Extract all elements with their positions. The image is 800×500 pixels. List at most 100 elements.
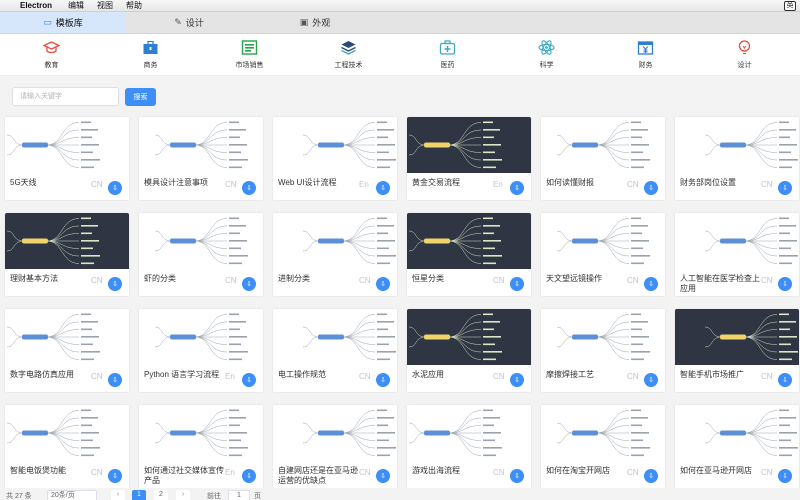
download-icon[interactable]: ⇩ — [376, 181, 390, 195]
prev-page-button[interactable]: ‹ — [111, 490, 125, 500]
download-icon[interactable]: ⇩ — [108, 277, 122, 291]
category-science[interactable]: 科学 — [497, 34, 596, 75]
page-number-2[interactable]: 2 — [154, 490, 168, 500]
template-title: 如何在亚马逊开网店 — [680, 466, 752, 475]
template-thumbnail[interactable] — [5, 117, 129, 173]
template-thumbnail[interactable] — [273, 405, 397, 461]
template-thumbnail[interactable] — [5, 213, 129, 269]
template-card[interactable]: Web UI设计流程 En ⇩ — [272, 116, 398, 201]
template-thumbnail[interactable] — [407, 117, 531, 173]
template-card[interactable]: 恒星分类 CN ⇩ — [406, 212, 532, 297]
template-thumbnail[interactable] — [541, 213, 665, 269]
category-medicine[interactable]: 医药 — [398, 34, 497, 75]
template-thumbnail[interactable] — [541, 117, 665, 173]
category-education[interactable]: 教育 — [2, 34, 101, 75]
goto-page-input[interactable]: 1 — [228, 490, 250, 500]
template-card[interactable]: 如何通过社交媒体宣传产品 En ⇩ — [138, 404, 264, 489]
template-card[interactable]: Python 语言学习流程 En ⇩ — [138, 308, 264, 393]
search-button[interactable]: 搜索 — [125, 88, 156, 106]
template-thumbnail[interactable] — [5, 405, 129, 461]
download-icon[interactable]: ⇩ — [376, 373, 390, 387]
template-card[interactable]: 黄金交易流程 En ⇩ — [406, 116, 532, 201]
download-icon[interactable]: ⇩ — [108, 469, 122, 483]
download-icon[interactable]: ⇩ — [242, 469, 256, 483]
menu-view[interactable]: 视图 — [97, 0, 113, 11]
download-icon[interactable]: ⇩ — [108, 181, 122, 195]
menu-help[interactable]: 帮助 — [126, 0, 142, 11]
template-card[interactable]: 水泥应用 CN ⇩ — [406, 308, 532, 393]
category-business[interactable]: 商务 — [101, 34, 200, 75]
template-card[interactable]: 模具设计注意事项 CN ⇩ — [138, 116, 264, 201]
template-card[interactable]: 虾的分类 CN ⇩ — [138, 212, 264, 297]
template-thumbnail[interactable] — [5, 309, 129, 365]
template-card[interactable]: 天文望远镜操作 CN ⇩ — [540, 212, 666, 297]
category-marketing[interactable]: 市场销售 — [200, 34, 299, 75]
download-icon[interactable]: ⇩ — [510, 373, 524, 387]
template-card[interactable]: 电工操作规范 CN ⇩ — [272, 308, 398, 393]
template-card[interactable]: 理财基本方法 CN ⇩ — [4, 212, 130, 297]
download-icon[interactable]: ⇩ — [644, 181, 658, 195]
search-input[interactable] — [12, 87, 119, 106]
download-icon[interactable]: ⇩ — [108, 373, 122, 387]
template-thumbnail[interactable] — [139, 309, 263, 365]
menu-edit[interactable]: 编辑 — [68, 0, 84, 11]
download-icon[interactable]: ⇩ — [510, 469, 524, 483]
template-card[interactable]: 进制分类 CN ⇩ — [272, 212, 398, 297]
template-card[interactable]: 游戏出海流程 CN ⇩ — [406, 404, 532, 489]
template-thumbnail[interactable] — [675, 117, 799, 173]
input-method-indicator[interactable]: 英 — [784, 1, 796, 11]
template-thumbnail[interactable] — [273, 117, 397, 173]
template-thumbnail[interactable] — [675, 213, 799, 269]
download-icon[interactable]: ⇩ — [242, 181, 256, 195]
next-page-button[interactable]: › — [176, 490, 190, 500]
tab-template-library[interactable]: ▭ 模板库 — [0, 12, 126, 33]
download-icon[interactable]: ⇩ — [644, 277, 658, 291]
template-thumbnail[interactable] — [139, 117, 263, 173]
template-thumbnail[interactable] — [407, 309, 531, 365]
tab-appearance[interactable]: ▣ 外观 — [252, 12, 378, 33]
tab-design[interactable]: ✎ 设计 — [126, 12, 252, 33]
template-thumbnail[interactable] — [273, 309, 397, 365]
page-size-select[interactable]: 20条/页 — [47, 490, 97, 500]
template-card[interactable]: 智能手机市场推广 CN ⇩ — [674, 308, 800, 393]
template-thumbnail[interactable] — [273, 213, 397, 269]
download-icon[interactable]: ⇩ — [242, 277, 256, 291]
template-card[interactable]: 5G天线 CN ⇩ — [4, 116, 130, 201]
page-number-1[interactable]: 1 — [132, 490, 146, 500]
template-thumbnail[interactable] — [139, 213, 263, 269]
download-icon[interactable]: ⇩ — [778, 277, 792, 291]
menu-app-name[interactable]: Electron — [20, 1, 52, 10]
template-card[interactable]: 如何在亚马逊开网店 CN ⇩ — [674, 404, 800, 489]
template-card[interactable]: 人工智能在医学检查上应用 CN ⇩ — [674, 212, 800, 297]
download-icon[interactable]: ⇩ — [644, 469, 658, 483]
template-thumbnail[interactable] — [541, 405, 665, 461]
template-card[interactable]: 自建网店还是在亚马逊运营的优缺点 CN ⇩ — [272, 404, 398, 489]
download-icon[interactable]: ⇩ — [376, 469, 390, 483]
download-icon[interactable]: ⇩ — [644, 373, 658, 387]
download-icon[interactable]: ⇩ — [778, 373, 792, 387]
download-icon[interactable]: ⇩ — [376, 277, 390, 291]
template-thumbnail[interactable] — [407, 213, 531, 269]
template-card[interactable]: 如何在淘宝开网店 CN ⇩ — [540, 404, 666, 489]
template-card[interactable]: 如何读懂财报 CN ⇩ — [540, 116, 666, 201]
template-card[interactable]: 数字电路仿真应用 CN ⇩ — [4, 308, 130, 393]
template-card[interactable]: 摩擦焊接工艺 CN ⇩ — [540, 308, 666, 393]
template-thumbnail[interactable] — [407, 405, 531, 461]
category-engineering[interactable]: 工程技术 — [299, 34, 398, 75]
template-thumbnail[interactable] — [675, 405, 799, 461]
template-thumbnail[interactable] — [541, 309, 665, 365]
download-icon[interactable]: ⇩ — [510, 277, 524, 291]
category-design[interactable]: 设计 — [695, 34, 794, 75]
download-icon[interactable]: ⇩ — [242, 373, 256, 387]
download-icon[interactable]: ⇩ — [778, 469, 792, 483]
template-card[interactable]: 财务部岗位设置 CN ⇩ — [674, 116, 800, 201]
template-thumbnail[interactable] — [139, 405, 263, 461]
template-language: CN — [627, 372, 639, 381]
template-card[interactable]: 智能电饭煲功能 CN ⇩ — [4, 404, 130, 489]
download-icon[interactable]: ⇩ — [510, 181, 524, 195]
tab-label: 模板库 — [55, 18, 83, 28]
template-thumbnail[interactable] — [675, 309, 799, 365]
category-finance[interactable]: 财务 — [596, 34, 695, 75]
download-icon[interactable]: ⇩ — [778, 181, 792, 195]
template-title: 模具设计注意事项 — [144, 178, 208, 187]
